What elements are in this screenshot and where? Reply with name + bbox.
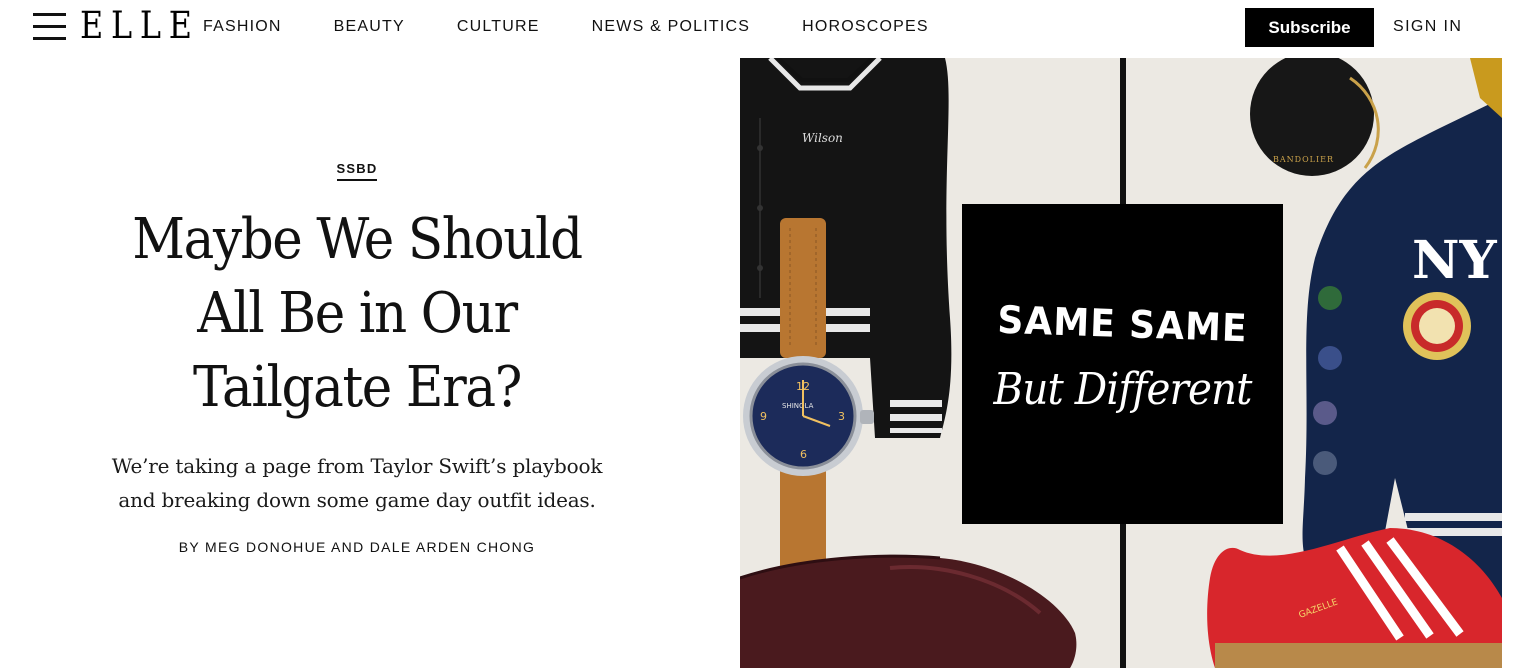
nav-fashion[interactable]: FASHION [203, 18, 282, 36]
nav-culture[interactable]: CULTURE [457, 18, 540, 36]
hamburger-menu-icon[interactable] [33, 13, 66, 41]
same-same-badge: SAME SAME But Different [962, 204, 1283, 524]
svg-text:9: 9 [760, 410, 767, 423]
headline-line: Tailgate Era? [193, 355, 522, 420]
svg-text:3: 3 [838, 410, 845, 423]
article-header: SSBD Maybe We Should All Be in Our Tailg… [60, 160, 654, 555]
sign-in-link[interactable]: SIGN IN [1393, 18, 1462, 36]
site-header: ELLE FASHION BEAUTY CULTURE NEWS & POLIT… [0, 0, 1536, 56]
ny-logo-text: NY [1412, 230, 1498, 291]
pouch-brand-text: BANDOLIER [1273, 155, 1334, 164]
pouch-image: BANDOLIER [1250, 58, 1380, 176]
svg-text:6: 6 [800, 448, 807, 461]
hero-image: Wilson 12 3 6 9 SHINOLA [740, 58, 1502, 668]
jacket-patch-text: Wilson [802, 131, 843, 145]
headline-line: All Be in Our [197, 281, 518, 346]
headline-line: Maybe We Should [132, 207, 583, 272]
article-byline: BY MEG DONOHUE AND DALE ARDEN CHONG [178, 539, 536, 555]
subscribe-button[interactable]: Subscribe [1245, 8, 1374, 47]
nav-beauty[interactable]: BEAUTY [334, 18, 405, 36]
article-dek: We’re taking a page from Taylor Swift’s … [60, 449, 654, 517]
dek-line: We’re taking a page from Taylor Swift’s … [111, 454, 603, 478]
badge-line-2: But Different [993, 364, 1253, 415]
main-nav: FASHION BEAUTY CULTURE NEWS & POLITICS H… [203, 18, 981, 36]
watch-brand-text: SHINOLA [782, 402, 814, 410]
nav-horoscopes[interactable]: HOROSCOPES [802, 18, 929, 36]
badge-line-1: SAME SAME [996, 297, 1249, 351]
dek-line: and breaking down some game day outfit i… [118, 488, 596, 512]
sneaker-image: GAZELLE [1207, 528, 1502, 668]
nav-news-politics[interactable]: NEWS & POLITICS [592, 18, 750, 36]
loafer-image [740, 554, 1077, 668]
article-headline: Maybe We Should All Be in Our Tailgate E… [84, 203, 630, 425]
elle-logo[interactable]: ELLE [80, 4, 200, 47]
section-kicker[interactable]: SSBD [336, 161, 378, 181]
